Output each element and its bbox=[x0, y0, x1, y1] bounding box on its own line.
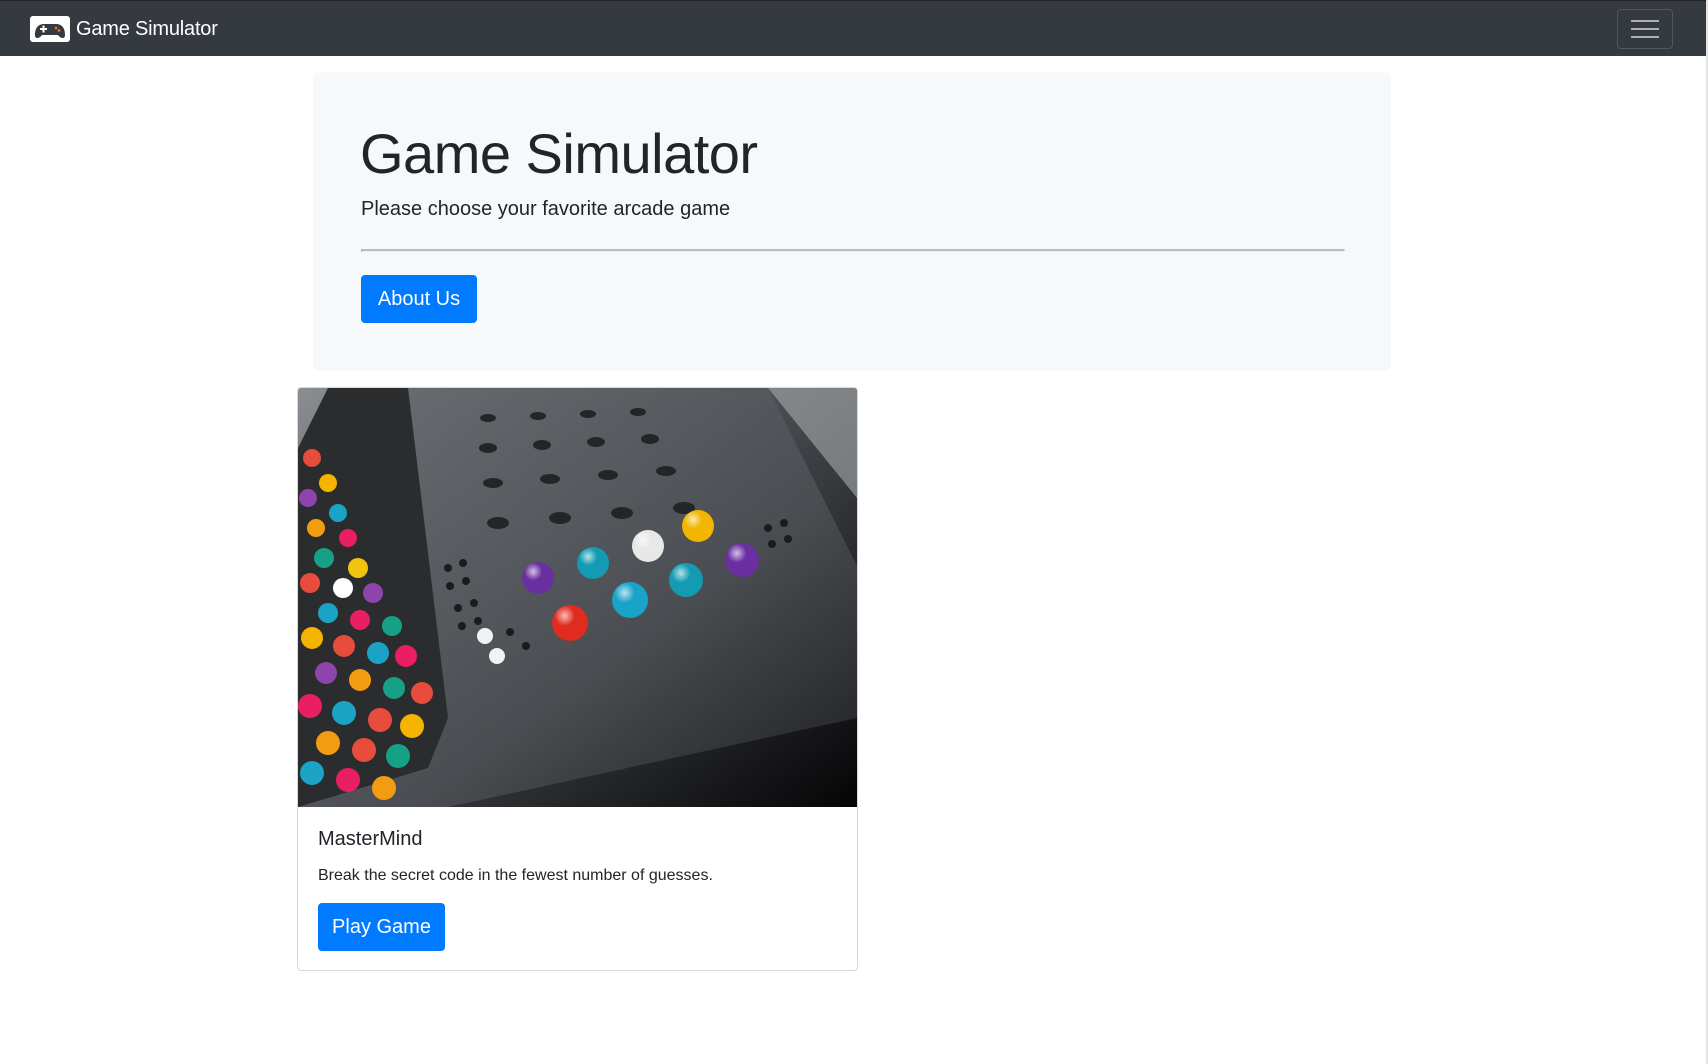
play-game-button[interactable]: Play Game bbox=[318, 903, 445, 951]
hamburger-menu-icon bbox=[1631, 20, 1659, 38]
about-us-button[interactable]: About Us bbox=[361, 275, 477, 323]
navbar: Game Simulator bbox=[0, 0, 1706, 56]
page: Game Simulator Game Simulator Please cho… bbox=[0, 0, 1708, 1064]
brand-link[interactable]: Game Simulator bbox=[30, 13, 218, 45]
lead-text: Please choose your favorite arcade game bbox=[361, 198, 731, 220]
navbar-toggler-button[interactable] bbox=[1617, 9, 1673, 49]
game-description: Break the secret code in the fewest numb… bbox=[318, 867, 713, 884]
game-card: MasterMind Break the secret code in the … bbox=[297, 387, 858, 971]
game-title: MasterMind bbox=[318, 828, 423, 850]
jumbotron: Game Simulator Please choose your favori… bbox=[313, 72, 1391, 371]
page-title: Game Simulator bbox=[360, 122, 758, 185]
gamepad-icon bbox=[30, 16, 70, 42]
game-card-image bbox=[298, 388, 857, 807]
brand-text: Game Simulator bbox=[76, 17, 218, 40]
divider bbox=[361, 249, 1345, 252]
